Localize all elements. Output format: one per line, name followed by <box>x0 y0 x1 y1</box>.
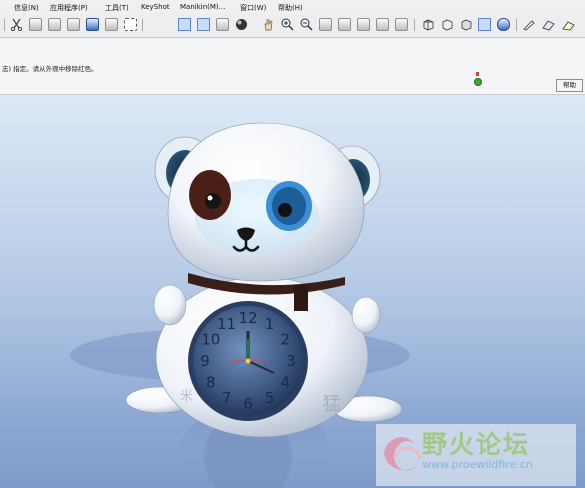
toolbar <box>0 14 585 38</box>
clock-number: 6 <box>243 395 253 413</box>
hidden-line-icon[interactable] <box>441 18 454 31</box>
clock-number: 1 <box>265 315 275 333</box>
toolbar-separator <box>142 19 143 31</box>
refit-icon[interactable] <box>319 18 332 31</box>
clock-number: 10 <box>201 331 220 349</box>
paste-icon[interactable] <box>48 18 61 31</box>
toolbar-separator <box>414 19 415 31</box>
right-eye <box>278 203 292 217</box>
watermark-url: www.proewildfire.cn <box>422 458 533 471</box>
left-arm <box>153 284 187 326</box>
zoom-out-icon[interactable] <box>300 18 313 31</box>
menu-window[interactable]: 窗口(W) <box>240 3 266 13</box>
wireframe-icon[interactable] <box>422 18 435 31</box>
enhanced-realism-icon[interactable] <box>497 18 510 31</box>
paste-special-icon[interactable] <box>67 18 80 31</box>
cut-icon[interactable] <box>10 18 23 31</box>
annotation-icon[interactable] <box>562 18 575 31</box>
clock-number: 4 <box>280 374 290 392</box>
collar-tag <box>294 285 308 311</box>
pan-icon[interactable] <box>262 18 275 31</box>
no-hidden-icon[interactable] <box>460 18 473 31</box>
menu-applications[interactable]: 应用程序(P) <box>50 3 88 13</box>
zoom-in-icon[interactable] <box>281 18 294 31</box>
engraving-right: 猛 <box>323 394 341 415</box>
left-eye-highlight <box>207 195 213 201</box>
engraving-left: 米 <box>180 389 193 404</box>
message-area: 志) 指定。请从外观中移除红色。 <box>0 38 585 95</box>
layers-icon[interactable] <box>376 18 389 31</box>
clock-number: 9 <box>200 352 210 370</box>
clock-number: 5 <box>265 389 275 407</box>
sketch-icon[interactable] <box>522 18 535 31</box>
shading-icon[interactable] <box>235 18 248 31</box>
copy-icon[interactable] <box>29 18 42 31</box>
menu-bar: 信息(N) 应用程序(P) 工具(T) KeyShot Manikin(M)..… <box>0 0 585 15</box>
right-arm <box>351 296 381 334</box>
left-eye <box>205 193 221 209</box>
clock-number: 12 <box>238 309 257 327</box>
clock-number: 7 <box>222 389 232 407</box>
status-light-cap <box>476 72 479 76</box>
watermark-title: 野火论坛 <box>422 430 531 459</box>
datum-axis-icon[interactable] <box>197 18 210 31</box>
menu-info[interactable]: 信息(N) <box>14 3 39 13</box>
clock-center <box>245 358 251 364</box>
shaded-icon[interactable] <box>478 18 491 31</box>
datum-point-icon[interactable] <box>216 18 229 31</box>
message-text: 志) 指定。请从外观中移除红色。 <box>2 65 98 73</box>
select-box-icon[interactable] <box>124 18 137 31</box>
view-manager-icon[interactable] <box>395 18 408 31</box>
menu-keyshot[interactable]: KeyShot <box>141 3 170 11</box>
status-light <box>474 78 482 86</box>
clock-number: 3 <box>286 352 296 370</box>
clock-number: 8 <box>206 374 216 392</box>
find-icon[interactable] <box>105 18 118 31</box>
menu-help[interactable]: 帮助(H) <box>278 3 303 13</box>
clock-number: 11 <box>217 315 236 333</box>
regenerate-icon[interactable] <box>86 18 99 31</box>
saved-views-icon[interactable] <box>357 18 370 31</box>
clock-number: 2 <box>280 331 290 349</box>
toolbar-separator <box>516 19 517 31</box>
datum-display-icon[interactable] <box>542 18 555 31</box>
toolbar-separator <box>4 19 5 31</box>
datum-plane-icon[interactable] <box>178 18 191 31</box>
help-button[interactable]: 帮助 <box>556 79 583 92</box>
menu-tools[interactable]: 工具(T) <box>105 3 129 13</box>
menu-manikin[interactable]: Manikin(M)... <box>180 3 225 11</box>
reorient-icon[interactable] <box>338 18 351 31</box>
